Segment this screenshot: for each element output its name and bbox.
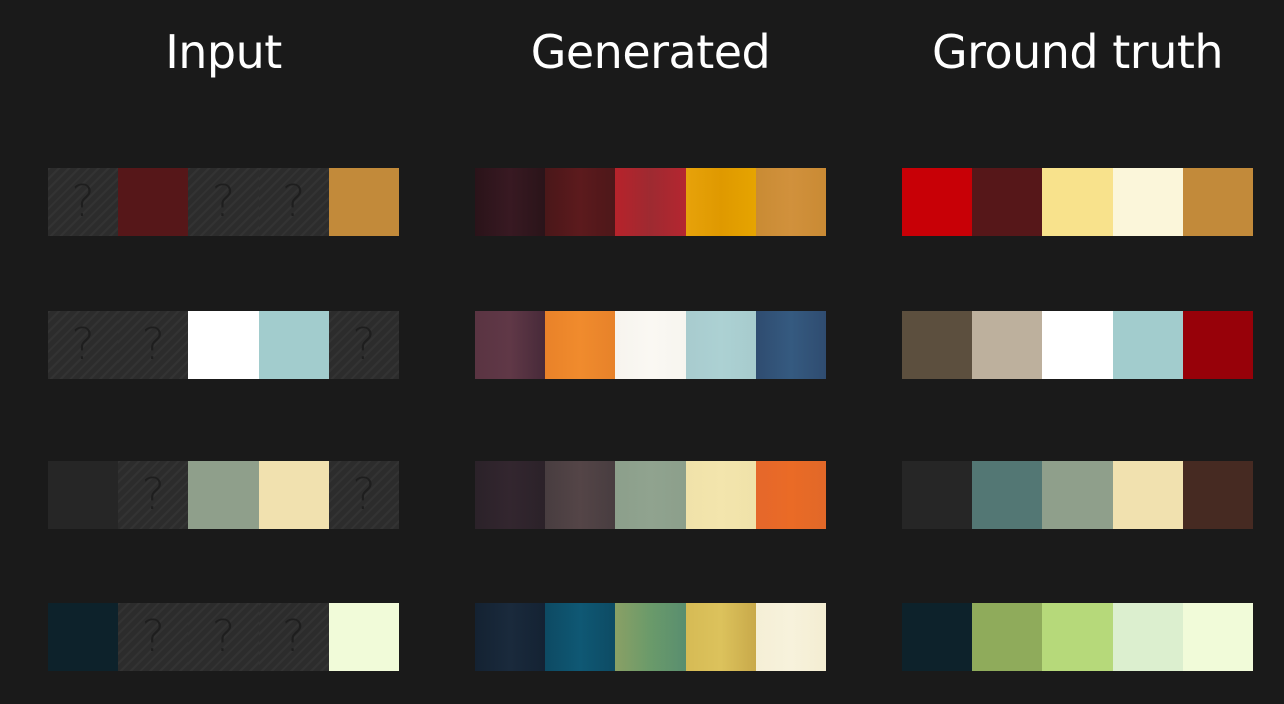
ground-truth-swatch bbox=[972, 461, 1043, 529]
known-swatch bbox=[188, 311, 259, 379]
generated-swatch bbox=[475, 603, 546, 671]
known-swatch bbox=[118, 168, 189, 236]
generated-swatch bbox=[545, 311, 616, 379]
question-mark-icon: ? bbox=[141, 611, 165, 662]
question-mark-icon: ? bbox=[71, 319, 95, 370]
generated-swatch bbox=[685, 311, 756, 379]
ground-truth-swatch bbox=[902, 603, 973, 671]
generated-palette-row-4 bbox=[475, 603, 827, 671]
ground-truth-swatch bbox=[972, 311, 1043, 379]
input-column-title: Input bbox=[165, 25, 282, 79]
known-swatch bbox=[48, 461, 119, 529]
question-mark-icon: ? bbox=[141, 319, 165, 370]
ground-truth-swatch bbox=[1042, 461, 1113, 529]
known-swatch bbox=[188, 461, 259, 529]
unknown-swatch: ? bbox=[48, 311, 119, 379]
generated-swatch bbox=[685, 168, 756, 236]
ground-truth-palette-row-3 bbox=[902, 461, 1254, 529]
input-palette-row-4: ??? bbox=[48, 603, 400, 671]
generated-swatch bbox=[755, 461, 827, 529]
generated-swatch bbox=[685, 461, 756, 529]
generated-swatch bbox=[755, 311, 827, 379]
unknown-swatch: ? bbox=[48, 168, 119, 236]
question-mark-icon: ? bbox=[282, 176, 306, 227]
ground-truth-palette-row-1 bbox=[902, 168, 1254, 236]
generated-swatch bbox=[615, 311, 686, 379]
unknown-swatch: ? bbox=[118, 461, 189, 529]
ground-truth-swatch bbox=[1042, 311, 1113, 379]
unknown-swatch: ? bbox=[328, 461, 400, 529]
known-swatch bbox=[328, 168, 400, 236]
ground-truth-swatch bbox=[902, 461, 973, 529]
ground-truth-swatch bbox=[1112, 461, 1183, 529]
generated-swatch bbox=[545, 461, 616, 529]
ground-truth-swatch bbox=[1042, 168, 1113, 236]
generated-swatch bbox=[615, 168, 686, 236]
generated-swatch bbox=[755, 168, 827, 236]
generated-swatch bbox=[685, 603, 756, 671]
unknown-swatch: ? bbox=[328, 311, 400, 379]
question-mark-icon: ? bbox=[141, 469, 165, 520]
unknown-swatch: ? bbox=[258, 168, 329, 236]
known-swatch bbox=[258, 461, 329, 529]
ground-truth-swatch bbox=[1182, 168, 1254, 236]
ground-truth-swatch bbox=[972, 603, 1043, 671]
known-swatch bbox=[328, 603, 400, 671]
unknown-swatch: ? bbox=[118, 603, 189, 671]
unknown-swatch: ? bbox=[188, 168, 259, 236]
question-mark-icon: ? bbox=[71, 176, 95, 227]
ground-truth-column-title: Ground truth bbox=[931, 25, 1224, 79]
ground-truth-swatch bbox=[1112, 311, 1183, 379]
ground-truth-swatch bbox=[1042, 603, 1113, 671]
ground-truth-swatch bbox=[1182, 603, 1254, 671]
generated-palette-row-2 bbox=[475, 311, 827, 379]
known-swatch bbox=[258, 311, 329, 379]
unknown-swatch: ? bbox=[258, 603, 329, 671]
generated-column-title: Generated bbox=[530, 25, 771, 79]
ground-truth-palette-row-2 bbox=[902, 311, 1254, 379]
question-mark-icon: ? bbox=[352, 469, 376, 520]
question-mark-icon: ? bbox=[352, 319, 376, 370]
input-palette-row-1: ??? bbox=[48, 168, 400, 236]
ground-truth-swatch bbox=[972, 168, 1043, 236]
generated-swatch bbox=[755, 603, 827, 671]
generated-swatch bbox=[615, 603, 686, 671]
question-mark-icon: ? bbox=[211, 611, 236, 662]
known-swatch bbox=[48, 603, 119, 671]
ground-truth-swatch bbox=[902, 311, 973, 379]
ground-truth-swatch bbox=[1182, 311, 1254, 379]
generated-swatch bbox=[615, 461, 686, 529]
generated-swatch bbox=[545, 603, 616, 671]
input-palette-row-3: ?? bbox=[48, 461, 400, 529]
ground-truth-swatch bbox=[902, 168, 973, 236]
generated-palette-row-3 bbox=[475, 461, 827, 529]
ground-truth-swatch bbox=[1112, 168, 1183, 236]
question-mark-icon: ? bbox=[282, 611, 306, 662]
generated-palette-row-1 bbox=[475, 168, 827, 236]
ground-truth-palette-row-4 bbox=[902, 603, 1254, 671]
unknown-swatch: ? bbox=[118, 311, 189, 379]
generated-swatch bbox=[475, 461, 546, 529]
unknown-swatch: ? bbox=[188, 603, 259, 671]
ground-truth-swatch bbox=[1112, 603, 1183, 671]
question-mark-icon: ? bbox=[211, 176, 236, 227]
generated-swatch bbox=[475, 311, 546, 379]
generated-swatch bbox=[545, 168, 616, 236]
input-palette-row-2: ??? bbox=[48, 311, 400, 379]
ground-truth-swatch bbox=[1182, 461, 1254, 529]
generated-swatch bbox=[475, 168, 546, 236]
